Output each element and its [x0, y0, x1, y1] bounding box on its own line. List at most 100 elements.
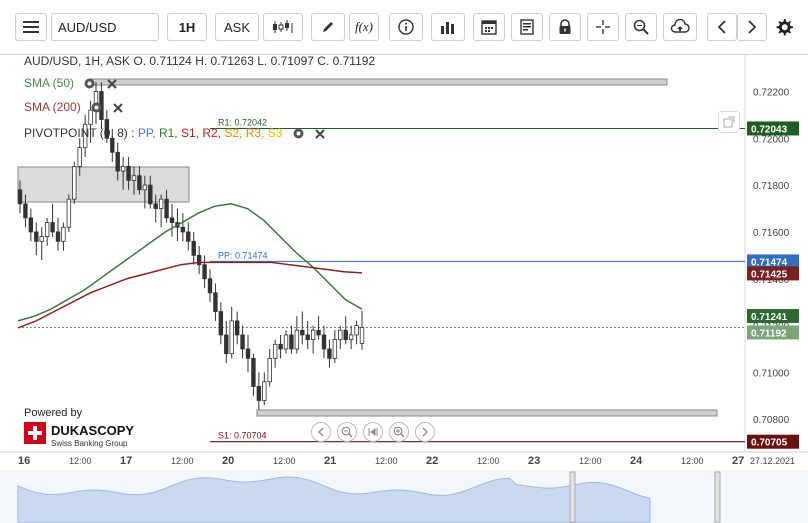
gear-icon: [776, 19, 793, 36]
hamburger-icon: [23, 21, 39, 33]
candle-body: [61, 226, 66, 242]
pivot-item: R1,: [158, 126, 181, 140]
time-tick-label: 21: [324, 455, 336, 467]
pivot-items: PP, R1, S1, R2, S2, R3, S3: [138, 126, 286, 140]
gear-icon[interactable]: [90, 101, 103, 114]
price-side-button[interactable]: ASK: [215, 13, 259, 41]
price-chart[interactable]: 0.722000.720000.718000.716000.714000.712…: [0, 54, 808, 523]
lock-button[interactable]: [549, 13, 581, 41]
zoom-out-button[interactable]: [337, 422, 357, 442]
candle-body: [164, 198, 169, 219]
zoom-in-button[interactable]: [389, 422, 409, 442]
timeframe-button[interactable]: 1H: [167, 13, 207, 41]
time-tick-label: 17: [120, 455, 132, 467]
close-icon[interactable]: [106, 78, 118, 90]
candle-body: [218, 311, 224, 336]
close-icon[interactable]: [112, 102, 124, 114]
candle-body: [321, 334, 327, 350]
time-tick-label: 20: [222, 455, 234, 467]
settings-button[interactable]: [773, 16, 795, 38]
price-tick-label: 0.71000: [753, 368, 790, 379]
navigator-strip[interactable]: [0, 470, 808, 523]
chart-panel[interactable]: 0.722000.720000.718000.716000.714000.712…: [0, 54, 808, 523]
indicators-button[interactable]: f(x): [349, 13, 379, 41]
candle-body: [310, 329, 316, 341]
price-tick-label: 0.72200: [753, 87, 790, 98]
lower-bar-drawing: [256, 409, 718, 417]
candle-body: [207, 278, 213, 294]
gear-icon[interactable]: [83, 77, 96, 90]
price-badge-label: 0.71425: [751, 269, 788, 280]
time-tick-label: 12:00: [681, 456, 704, 466]
candle-body: [77, 147, 82, 167]
zoom-button[interactable]: [625, 13, 657, 41]
time-tick-label: 16: [18, 455, 30, 467]
info-button[interactable]: [389, 13, 423, 41]
candle-body: [148, 184, 153, 205]
candle-body: [278, 343, 283, 350]
symbol-selector[interactable]: AUD/USD: [51, 13, 159, 41]
time-tick-label: 12:00: [273, 456, 296, 466]
scroll-right-button[interactable]: [737, 13, 767, 41]
crosshair-button[interactable]: [587, 13, 619, 41]
candle-body: [72, 165, 77, 200]
pivot-item: S2,: [224, 126, 246, 140]
candle-body: [359, 327, 365, 344]
candle-body: [186, 231, 191, 242]
candle-body: [44, 222, 50, 238]
ohlc-readout: AUD/USD, 1H, ASK O. 0.71124 H. 0.71263 L…: [24, 54, 376, 68]
upload-button[interactable]: [663, 13, 697, 41]
pivot-item: S3: [267, 126, 286, 140]
fit-icon: [368, 428, 378, 436]
close-icon[interactable]: [314, 128, 326, 140]
candle-body: [120, 165, 126, 172]
zoom-in-icon: [393, 426, 405, 438]
candle-body: [169, 217, 175, 223]
candle-body: [115, 151, 120, 172]
candle-body: [50, 222, 55, 233]
drawing-tools-button[interactable]: [311, 13, 345, 41]
candle-body: [294, 329, 300, 350]
gear-icon[interactable]: [292, 127, 305, 140]
time-tick-label: 12:00: [171, 456, 194, 466]
navigator-handle-left: [569, 471, 576, 523]
upper-bar-drawing: [89, 78, 668, 86]
scroll-left-button[interactable]: [707, 13, 737, 41]
candle-body: [23, 203, 28, 219]
pivot-item: R2,: [202, 126, 225, 140]
price-tick-label: 0.72000: [753, 134, 790, 145]
time-tick-label: 23: [528, 455, 540, 467]
calendar-button[interactable]: [473, 13, 505, 41]
nav-back-button[interactable]: [311, 422, 331, 442]
candle-body: [55, 231, 61, 242]
candle-body: [234, 320, 240, 336]
candle-body: [316, 329, 321, 336]
candle-body: [180, 226, 186, 233]
sma50-legend: SMA (50): [24, 76, 118, 90]
volume-button[interactable]: [431, 13, 465, 41]
candle-body: [224, 334, 229, 355]
candle-body: [245, 348, 251, 359]
chart-navigation: [311, 422, 435, 442]
candle-body: [327, 348, 332, 359]
chart-type-button[interactable]: [263, 13, 303, 41]
time-tick-label: 12:00: [69, 456, 92, 466]
candle-body: [267, 357, 272, 383]
s1-label: S1: 0.70704: [218, 431, 267, 441]
report-button[interactable]: [511, 13, 543, 41]
menu-button[interactable]: [15, 13, 47, 41]
expand-button[interactable]: [718, 111, 740, 133]
nav-forward-button[interactable]: [415, 422, 435, 442]
sma200-line: [17, 261, 363, 329]
sma200-label: SMA (200): [24, 100, 81, 114]
time-tick-label: 27.12.2021: [750, 456, 795, 466]
candle-body: [283, 334, 289, 350]
time-tick-label: 22: [426, 455, 438, 467]
expand-icon: [723, 116, 735, 128]
time-axis: 16 12:00 17 12:00 20 12:00 21 12:00 22 12:00 23 12:…: [0, 451, 808, 467]
pencil-icon: [323, 22, 333, 32]
fit-button[interactable]: [363, 422, 383, 442]
pivot-separator: :: [127, 126, 138, 140]
price-tick-label: 0.71600: [753, 228, 790, 239]
candles-icon: [273, 20, 293, 33]
